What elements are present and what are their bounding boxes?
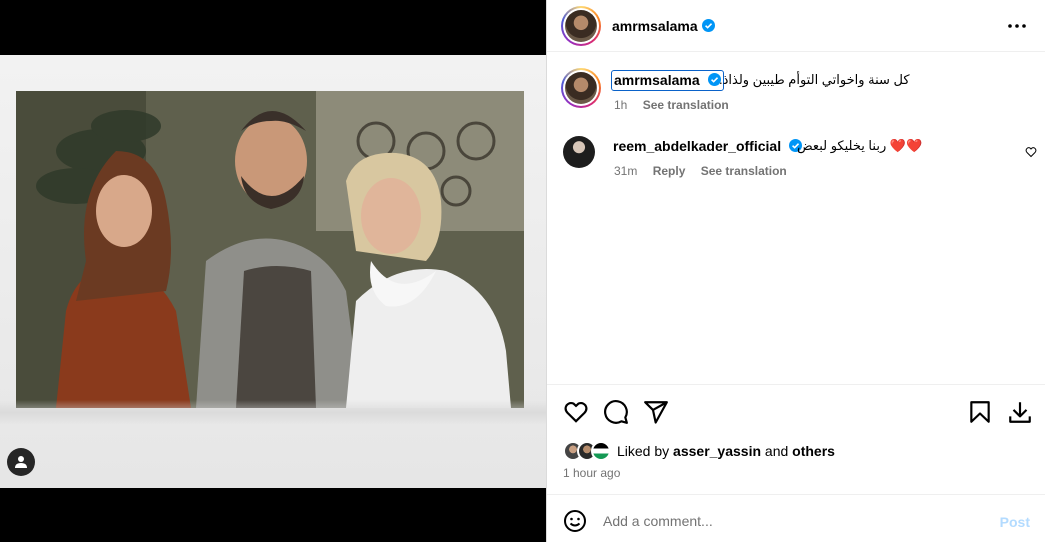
commenter-username-text: reem_abdelkader_official bbox=[613, 138, 782, 154]
comment-icon[interactable] bbox=[603, 399, 629, 425]
post-photo[interactable] bbox=[16, 91, 524, 408]
post-time-ago[interactable]: 1 hour ago bbox=[563, 466, 620, 480]
heart-icon[interactable] bbox=[563, 399, 589, 425]
author-username[interactable]: amrmsalama bbox=[612, 18, 698, 34]
post-header: amrmsalama bbox=[547, 0, 1045, 52]
more-options-icon[interactable] bbox=[1005, 16, 1029, 36]
photo-illustration bbox=[16, 91, 524, 408]
liked-by-others[interactable]: others bbox=[792, 443, 835, 459]
comment-see-translation[interactable]: See translation bbox=[701, 164, 787, 178]
user-tag-icon bbox=[15, 456, 27, 468]
comment-time[interactable]: 31m bbox=[614, 164, 637, 178]
comment-input[interactable] bbox=[603, 507, 983, 535]
liked-by-user[interactable]: asser_yassin bbox=[673, 443, 761, 459]
liked-by-label: Liked by bbox=[617, 443, 670, 459]
comment-meta: 31m Reply See translation bbox=[614, 164, 799, 178]
caption-time[interactable]: 1h bbox=[614, 98, 627, 112]
emoji-icon[interactable] bbox=[563, 509, 587, 533]
add-comment-bar: Post bbox=[547, 494, 1045, 542]
likes-text: Liked by asser_yassin and others bbox=[617, 443, 835, 459]
comment-like-icon[interactable] bbox=[1025, 146, 1037, 158]
caption-username[interactable]: amrmsalama bbox=[611, 70, 724, 91]
caption-see-translation[interactable]: See translation bbox=[643, 98, 729, 112]
commenter-avatar[interactable] bbox=[563, 136, 595, 168]
commenter-username[interactable]: reem_abdelkader_official bbox=[613, 138, 802, 154]
liked-by-and: and bbox=[764, 443, 789, 459]
share-icon[interactable] bbox=[643, 399, 669, 425]
download-icon[interactable] bbox=[1007, 399, 1033, 425]
post-comment-button[interactable]: Post bbox=[1000, 514, 1030, 530]
caption-text: كل سنة واخواتي التوأم طيبين ولذاذ. bbox=[719, 72, 910, 87]
polaroid-frame bbox=[0, 55, 546, 488]
post-details-panel: amrmsalama amrmsalama كل سنة واخواتي الت… bbox=[546, 0, 1045, 542]
post-actions bbox=[547, 384, 1045, 440]
caption-author-avatar[interactable] bbox=[561, 68, 601, 108]
caption-username-text: amrmsalama bbox=[614, 72, 700, 88]
likes-summary: Liked by asser_yassin and others bbox=[563, 440, 835, 462]
save-icon[interactable] bbox=[967, 399, 993, 425]
comment-item: reem_abdelkader_official ربنا يخليكو لبع… bbox=[561, 136, 1037, 186]
user-tag-button[interactable] bbox=[7, 448, 35, 476]
comment-text: ربنا يخليكو لبعض ❤️❤️ bbox=[797, 138, 923, 153]
liker-avatar[interactable] bbox=[591, 441, 611, 461]
caption-meta: 1h See translation bbox=[614, 98, 741, 112]
comment-reply-button[interactable]: Reply bbox=[653, 164, 686, 178]
post-media[interactable] bbox=[0, 0, 546, 542]
author-avatar[interactable] bbox=[561, 5, 601, 46]
post-caption: amrmsalama كل سنة واخواتي التوأم طيبين و… bbox=[561, 68, 1031, 118]
verified-icon bbox=[701, 19, 715, 32]
